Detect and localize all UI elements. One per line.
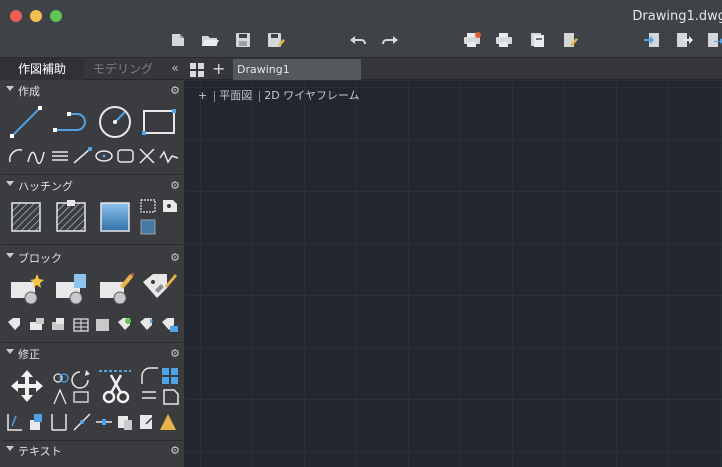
redo-icon[interactable] xyxy=(380,31,400,49)
divider xyxy=(2,440,183,441)
create-block-icon[interactable] xyxy=(54,272,90,306)
gear-icon[interactable]: ⚙ xyxy=(170,347,180,360)
circle-tool-icon[interactable] xyxy=(97,104,133,140)
chevron-down-icon xyxy=(6,349,14,354)
maximize-window-button[interactable] xyxy=(50,10,62,22)
gradient-tool-icon[interactable] xyxy=(98,200,132,234)
export-icon[interactable] xyxy=(675,31,695,49)
close-window-button[interactable] xyxy=(10,10,22,22)
grid-icon[interactable] xyxy=(190,62,204,77)
polyline-tool-icon[interactable] xyxy=(52,104,88,140)
rectangle-tool-icon[interactable] xyxy=(141,106,177,138)
save-icon[interactable] xyxy=(233,31,253,49)
undo-icon[interactable] xyxy=(348,31,368,49)
line-tool-icon[interactable] xyxy=(8,104,44,140)
share-icon[interactable] xyxy=(706,31,722,49)
divider xyxy=(2,174,183,175)
new-tab-button[interactable]: + xyxy=(212,58,225,80)
trim-scissors-icon[interactable] xyxy=(97,367,133,405)
create-small-tools-row[interactable] xyxy=(6,146,182,166)
section-text-header[interactable]: テキスト ⚙ xyxy=(0,442,184,458)
hatch-extra-tools[interactable] xyxy=(139,198,179,236)
section-label: ブロック xyxy=(18,252,62,265)
insert-block-icon[interactable] xyxy=(9,272,45,306)
section-create-header[interactable]: 作成 ⚙ xyxy=(0,82,184,98)
sheet-set-icon[interactable] xyxy=(560,31,580,49)
gear-icon[interactable]: ⚙ xyxy=(170,84,180,97)
block-attribute-icon[interactable] xyxy=(141,272,177,306)
chevron-down-icon xyxy=(6,181,14,186)
tool-palette: 作成 ⚙ ハッチング ⚙ ブロック ⚙ 修正 ⚙ テキスト ⚙ xyxy=(0,80,185,467)
edit-block-icon[interactable] xyxy=(98,272,134,306)
divider xyxy=(2,244,183,245)
window-title: Drawing1.dwg xyxy=(632,9,722,24)
tab-modeling[interactable]: モデリング xyxy=(85,58,161,80)
publish-icon[interactable] xyxy=(527,31,547,49)
section-label: テキスト xyxy=(18,445,62,458)
text-tools-row[interactable] xyxy=(60,460,180,467)
minimize-window-button[interactable] xyxy=(30,10,42,22)
chevron-down-icon xyxy=(6,86,14,91)
modify-tools-grid-b[interactable] xyxy=(138,366,180,406)
gear-icon[interactable]: ⚙ xyxy=(170,179,180,192)
hatch-tool-icon[interactable] xyxy=(9,200,43,234)
visual-style-button[interactable]: 2D ワイヤフレーム xyxy=(264,89,359,102)
tab-row: 作図補助 モデリング « + Drawing1 xyxy=(0,58,722,80)
viewport-controls: + 平面図 2D ワイヤフレーム xyxy=(198,87,364,103)
new-file-icon[interactable] xyxy=(168,31,188,49)
chevron-down-icon xyxy=(6,446,14,451)
import-icon[interactable] xyxy=(642,31,662,49)
app-window: Drawing1.dwg 作図補助 モデリング « + Drawing1 作成 … xyxy=(0,0,722,467)
section-label: ハッチング xyxy=(18,180,73,193)
section-hatch-header[interactable]: ハッチング ⚙ xyxy=(0,177,184,193)
collapse-palette-button[interactable]: « xyxy=(166,58,184,80)
block-small-tools-row[interactable] xyxy=(6,316,182,334)
chevron-down-icon xyxy=(6,253,14,258)
modify-small-tools-row[interactable] xyxy=(6,412,182,432)
section-modify-header[interactable]: 修正 ⚙ xyxy=(0,345,184,361)
section-label: 作成 xyxy=(18,85,40,98)
drawing-canvas[interactable]: + 平面図 2D ワイヤフレーム xyxy=(186,81,722,467)
batch-plot-icon[interactable] xyxy=(494,31,514,49)
divider xyxy=(2,342,183,343)
plot-icon[interactable] xyxy=(462,31,482,49)
gear-icon[interactable]: ⚙ xyxy=(170,251,180,264)
section-label: 修正 xyxy=(18,348,40,361)
view-top-button[interactable]: 平面図 xyxy=(219,89,252,102)
move-tool-icon[interactable] xyxy=(9,368,45,404)
tab-drawing1[interactable]: Drawing1 xyxy=(233,59,361,80)
boundary-hatch-icon[interactable] xyxy=(54,200,88,234)
title-bar: Drawing1.dwg xyxy=(0,0,722,58)
viewport-menu-button[interactable]: + xyxy=(198,89,207,102)
section-block-header[interactable]: ブロック ⚙ xyxy=(0,249,184,265)
modify-tools-grid-a[interactable] xyxy=(50,366,96,406)
gear-icon[interactable]: ⚙ xyxy=(170,444,180,457)
open-folder-icon[interactable] xyxy=(200,31,220,49)
save-as-icon[interactable] xyxy=(266,31,286,49)
tab-drafting[interactable]: 作図補助 xyxy=(0,58,84,80)
